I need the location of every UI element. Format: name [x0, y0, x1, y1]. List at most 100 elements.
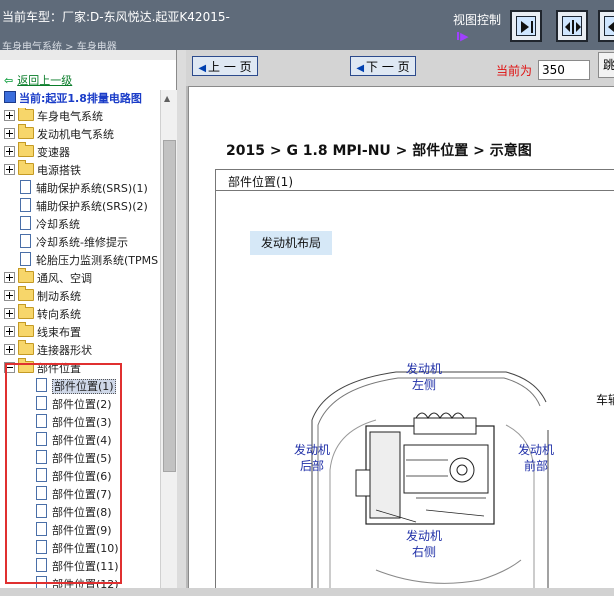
tree-item-steering[interactable]: 转向系统 [4, 304, 81, 324]
tree-item-label: 部件位置(6) [52, 470, 112, 483]
document-icon [36, 522, 47, 536]
next-page-button[interactable]: ◀ 下 一 页 [350, 56, 416, 76]
tree-item-location-7[interactable]: 部件位置(7) [36, 486, 112, 504]
folder-icon [18, 286, 34, 301]
fit-page-icon [608, 22, 614, 32]
expand-icon[interactable] [4, 146, 15, 157]
folder-icon [18, 340, 34, 355]
tree-item-label: 部件位置(10) [52, 542, 119, 555]
tree-item-srs-2[interactable]: 辅助保护系统(SRS)(2) [20, 198, 148, 216]
viewer-toolbar: ◀ 上 一 页 ◀ 下 一 页 当前为 350 跳 [186, 50, 614, 86]
back-link[interactable]: ⇦ 返回上一级 [4, 72, 72, 88]
next-frame-icon [521, 21, 533, 33]
document-viewer: ◀ 上 一 页 ◀ 下 一 页 当前为 350 跳 2015 > G 1.8 MPI… [186, 50, 614, 596]
page-heading: 2015 > G 1.8 MPI-NU > 部件位置 > 示意图 [226, 143, 532, 159]
document-icon [36, 468, 47, 482]
view-control-label: 视图控制 [453, 13, 502, 27]
scroll-thumb[interactable] [163, 140, 176, 472]
engine-illustration [355, 412, 495, 525]
tree-item-component-location[interactable]: 部件位置 [4, 358, 81, 378]
document-icon [20, 180, 31, 194]
view-indicator-icon: I▶ [456, 30, 469, 43]
back-arrow-icon: ⇦ [4, 74, 14, 87]
back-link-label: 返回上一级 [17, 74, 73, 87]
next-frame-button[interactable] [510, 10, 542, 42]
collapse-icon[interactable] [4, 362, 15, 373]
tree-item-location-2[interactable]: 部件位置(2) [36, 396, 112, 414]
tree-item-location-10[interactable]: 部件位置(10) [36, 540, 119, 558]
tree-item-label: 连接器形状 [37, 344, 92, 357]
tree-item-label: 辅助保护系统(SRS)(2) [36, 200, 148, 213]
folder-open-icon [18, 358, 34, 373]
jump-button[interactable]: 跳 [598, 52, 614, 78]
folder-icon [18, 304, 34, 319]
next-triangle-icon: ◀ [356, 63, 365, 74]
current-page-input[interactable]: 350 [538, 60, 590, 80]
tree-item-label-selected: 部件位置(1) [52, 379, 116, 394]
folder-icon [18, 142, 34, 157]
tree-item-label: 部件位置(11) [52, 560, 119, 573]
engine-front-label: 发动机 前部 [518, 442, 554, 474]
tree-item-power-ground[interactable]: 电源搭铁 [4, 160, 81, 180]
tree-item-brakes[interactable]: 制动系统 [4, 286, 81, 306]
document-icon [36, 450, 47, 464]
tree-item-harness[interactable]: 线束布置 [4, 322, 81, 342]
tree-item-location-3[interactable]: 部件位置(3) [36, 414, 112, 432]
tree-item-label: 辅助保护系统(SRS)(1) [36, 182, 148, 195]
tree-item-label: 通风、空调 [37, 272, 92, 285]
tree-item-label: 部件位置(7) [52, 488, 112, 501]
tree-item-location-6[interactable]: 部件位置(6) [36, 468, 112, 486]
previous-page-label: 上 一 页 [208, 60, 252, 74]
scroll-up-icon[interactable]: ▲ [164, 94, 170, 103]
document-icon [20, 234, 31, 248]
tree-item-label: 线束布置 [37, 326, 81, 339]
tree-item-location-1[interactable]: 部件位置(1) [36, 378, 116, 396]
expand-icon[interactable] [4, 272, 15, 283]
expand-icon[interactable] [4, 308, 15, 319]
tree-item-cooling-tips[interactable]: 冷却系统-维修提示 [20, 234, 128, 252]
fit-page-button[interactable] [598, 10, 614, 42]
status-bar [0, 588, 614, 596]
tree-item-label: 冷却系统-维修提示 [36, 236, 128, 249]
document-icon [36, 504, 47, 518]
tree-vertical-scrollbar[interactable]: ▲ [160, 90, 177, 596]
expand-icon[interactable] [4, 110, 15, 121]
current-model-title: 当前车型：厂家:D-东风悦达.起亚K42015- [2, 10, 230, 24]
document-icon [20, 216, 31, 230]
previous-page-button[interactable]: ◀ 上 一 页 [192, 56, 258, 76]
expand-icon[interactable] [4, 326, 15, 337]
expand-icon[interactable] [4, 128, 15, 139]
tree-item-location-11[interactable]: 部件位置(11) [36, 558, 119, 576]
tree-item-label: 部件位置(4) [52, 434, 112, 447]
tree-item-label: 部件位置 [37, 362, 81, 375]
engine-left-side-label: 发动机 左侧 [406, 361, 442, 393]
engine-rear-label: 发动机 后部 [294, 442, 330, 474]
tree-item-label: 转向系统 [37, 308, 81, 321]
title-bar: 当前车型：厂家:D-东风悦达.起亚K42015- 车身电气系统 > 车身电器 视… [0, 0, 614, 53]
tree-item-label: 冷却系统 [36, 218, 80, 231]
tree-item-label: 部件位置(8) [52, 506, 112, 519]
tree-top-scrollbar[interactable] [0, 50, 176, 60]
expand-icon[interactable] [4, 290, 15, 301]
tree-item-label: 变速器 [37, 146, 70, 159]
document-icon [36, 378, 47, 392]
tree-item-cooling[interactable]: 冷却系统 [20, 216, 80, 234]
tree-item-label: 部件位置(2) [52, 398, 112, 411]
current-circuit-label: 当前:起亚1.8排量电路图 [4, 90, 142, 106]
expand-icon[interactable] [4, 164, 15, 175]
fit-width-button[interactable] [556, 10, 588, 42]
tree-item-srs-1[interactable]: 辅助保护系统(SRS)(1) [20, 180, 148, 198]
tree-list: 车身电气系统 发动机电气系统 变速器 电源搭铁 辅助保护系统(SRS)(1) 辅… [0, 108, 160, 596]
document-icon [36, 414, 47, 428]
expand-icon[interactable] [4, 344, 15, 355]
tree-item-location-5[interactable]: 部件位置(5) [36, 450, 112, 468]
tree-item-label: 部件位置(9) [52, 524, 112, 537]
document-icon [36, 432, 47, 446]
tree-item-location-4[interactable]: 部件位置(4) [36, 432, 112, 450]
tree-item-location-8[interactable]: 部件位置(8) [36, 504, 112, 522]
panel-splitter[interactable] [177, 50, 186, 596]
tree-item-tpms[interactable]: 轮胎压力监测系统(TPMS [20, 252, 158, 270]
document-icon [36, 396, 47, 410]
tree-item-location-9[interactable]: 部件位置(9) [36, 522, 112, 540]
tree-item-transmission[interactable]: 变速器 [4, 142, 70, 162]
